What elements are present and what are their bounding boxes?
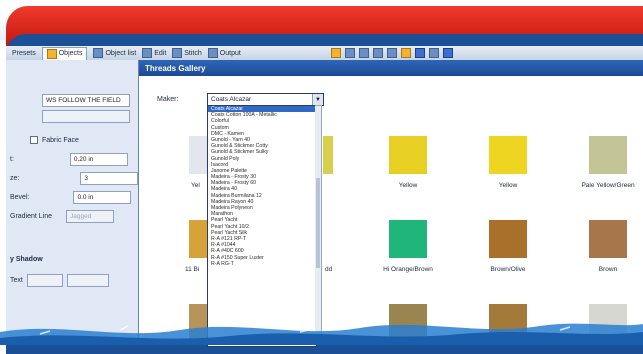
fabric-face-label: Fabric Face [42,136,79,144]
edit-icon [142,48,153,58]
dropdown-option[interactable]: R-A RG-T [208,261,316,267]
toolbar-tab-label: Output [219,49,241,57]
swatch-label: 11 Bi [185,266,200,273]
size-field[interactable]: 0.20 in [69,153,128,166]
swatch-label: Yellow [498,182,518,189]
property-label: Bevel: [10,194,30,201]
thread-swatch[interactable] [589,136,627,174]
help-icon[interactable] [442,48,453,58]
thread-swatch[interactable] [589,220,627,258]
grid-icon[interactable] [386,48,397,58]
toolbar-tab-objects[interactable]: Objects [41,46,88,60]
gallery-title: Threads Gallery [139,60,643,76]
shadow-field[interactable] [26,274,63,287]
toolbar-tab-label: Presets [12,49,36,57]
zoom-in-icon[interactable] [344,48,355,58]
thread-swatch[interactable] [489,220,527,258]
thread-swatch[interactable] [189,136,207,174]
swatch-label: Hi Orange/Brown [383,266,433,273]
gradient-field[interactable]: Jagged [66,210,115,223]
threads-gallery-window: Threads Gallery Maker: Coats Alcazar ▼ C… [138,60,643,347]
object-list-icon [93,48,104,58]
select-tool-icon[interactable] [330,48,341,58]
zoom-fit-icon[interactable] [372,48,383,58]
maker-dropdown-list[interactable]: Coats Alcazar Coats Cotton 100A - Metall… [207,105,317,347]
water-splash-decoration [0,323,643,345]
dropdown-scrollbar-thumb[interactable] [316,178,320,268]
stitch-icon [172,48,183,58]
thread-swatch[interactable] [389,136,427,174]
dropdown-scrollbar[interactable] [315,105,322,345]
text-field[interactable]: WS FOLLOW THE FIELD [42,94,130,107]
property-label: Gradient Line [10,213,53,220]
toolbar-tab-label: Object list [105,49,137,57]
swatch-label: Yel [191,182,200,189]
objects-icon [46,48,57,59]
properties-panel: WS FOLLOW THE FIELD Fabric Face t: 0.20 … [6,60,139,345]
output-icon [207,48,218,58]
zoom-out-icon[interactable] [358,48,369,58]
toolbar-tab-label: Objects [58,50,83,57]
swatch-label: Yellow [398,182,418,189]
swatch-label: Brown [598,266,618,273]
thread-swatch[interactable] [489,136,527,174]
thread-swatch[interactable] [323,136,333,174]
blank-field[interactable] [42,110,130,123]
toolbar-tab-stitch[interactable]: Stitch [172,48,202,58]
thread-swatch[interactable] [189,220,207,258]
text-label: Text [10,277,23,284]
toolbar-tab-label: Edit [154,49,167,57]
chevron-down-icon[interactable]: ▼ [312,94,323,105]
fabric-face-checkbox[interactable] [30,136,38,144]
property-label: ze: [10,175,20,182]
toolbar-icon-group [330,48,453,58]
property-label: t: [10,156,14,163]
toolbar-tab-label: Stitch [184,49,202,57]
swatch-label: dd [325,266,333,273]
thread-swatch[interactable] [389,220,427,258]
toolbar-tab-output[interactable]: Output [207,48,241,58]
swatch-label: Pale Yellow/Green [581,182,635,189]
maker-select-value: Coats Alcazar [211,96,252,103]
shadow-field-2[interactable] [66,274,109,287]
shadow-label: y Shadow [10,256,43,263]
maker-label: Maker: [157,96,179,103]
count-field[interactable]: 3 [80,172,139,185]
bevel-field[interactable]: 0.0 in [73,191,132,204]
toolbar-tab-edit[interactable]: Edit [142,48,166,58]
view-icon[interactable] [414,48,425,58]
toolbar-tab-presets[interactable]: Presets [12,50,36,57]
main-toolbar: Presets Objects Object list Edit Stitch … [6,46,643,61]
color-icon[interactable] [400,48,411,58]
settings-icon[interactable] [428,48,439,58]
toolbar-tab-object-list[interactable]: Object list [93,48,136,58]
swatch-label: Brown/Olive [490,266,526,273]
